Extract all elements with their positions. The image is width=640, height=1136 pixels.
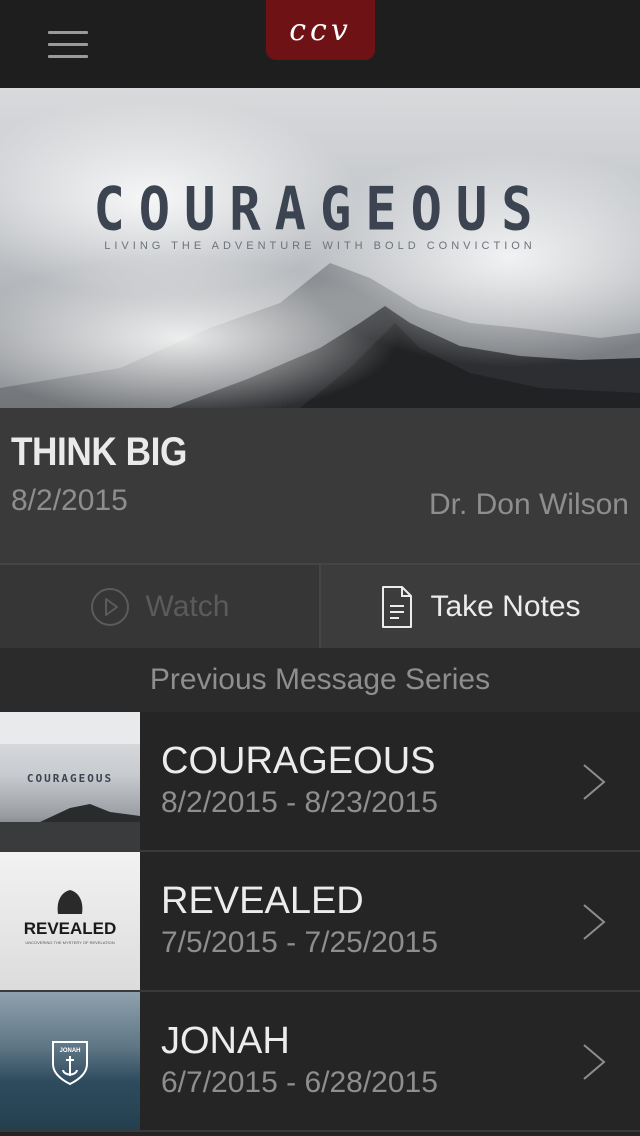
take-notes-label: Take Notes [430, 589, 581, 623]
document-icon [382, 585, 413, 628]
chevron-right-icon [583, 764, 606, 800]
message-actions: Watch Take Notes [0, 563, 640, 648]
series-dates: 8/2/2015 - 8/23/2015 [161, 786, 438, 819]
previous-series-heading: Previous Message Series [0, 648, 640, 712]
ccv-logo[interactable]: ccv [266, 0, 375, 60]
watch-label: Watch [145, 589, 230, 623]
series-hero-image: COURAGEOUS LIVING THE ADVENTURE WITH BOL… [0, 88, 640, 408]
series-title: COURAGEOUS [161, 740, 436, 782]
series-item-revealed[interactable]: REVEALED UNCOVERING THE MYSTERY OF REVEL… [0, 852, 640, 992]
thumb-text: JONAH [59, 1048, 80, 1054]
series-dates: 6/7/2015 - 6/28/2015 [161, 1066, 438, 1099]
chevron-right-icon [583, 1044, 606, 1080]
series-dates: 7/5/2015 - 7/25/2015 [161, 926, 438, 959]
take-notes-button[interactable]: Take Notes [321, 565, 640, 648]
message-speaker: Dr. Don Wilson [428, 488, 629, 521]
top-bar: ccv [0, 0, 640, 88]
hero-subtitle: LIVING THE ADVENTURE WITH BOLD CONVICTIO… [104, 240, 536, 252]
series-title: JONAH [161, 1020, 290, 1062]
series-thumbnail: COURAGEOUS [0, 712, 140, 850]
watch-button[interactable]: Watch [0, 565, 321, 648]
message-date: 8/2/2015 [11, 484, 128, 517]
thumb-subtext: UNCOVERING THE MYSTERY OF REVELATION [25, 940, 114, 945]
thumb-text: COURAGEOUS [27, 772, 113, 785]
hero-title: COURAGEOUS [93, 175, 547, 245]
message-title: THINK BIG [11, 430, 187, 474]
thumb-text: REVEALED [24, 919, 117, 938]
series-item-courageous[interactable]: COURAGEOUS COURAGEOUS 8/2/2015 - 8/23/20… [0, 712, 640, 852]
series-item-jonah[interactable]: JONAH JONAH 6/7/2015 - 6/28/2015 [0, 992, 640, 1132]
hamburger-menu-icon[interactable] [40, 26, 96, 66]
series-title: REVEALED [161, 880, 364, 922]
logo-text: ccv [289, 12, 352, 48]
play-circle-icon [90, 587, 129, 626]
series-thumbnail: JONAH [0, 992, 140, 1130]
chevron-right-icon [583, 904, 606, 940]
current-message-panel: THINK BIG 8/2/2015 Dr. Don Wilson [0, 408, 640, 563]
series-thumbnail: REVEALED UNCOVERING THE MYSTERY OF REVEL… [0, 852, 140, 990]
series-list: COURAGEOUS COURAGEOUS 8/2/2015 - 8/23/20… [0, 712, 640, 1132]
